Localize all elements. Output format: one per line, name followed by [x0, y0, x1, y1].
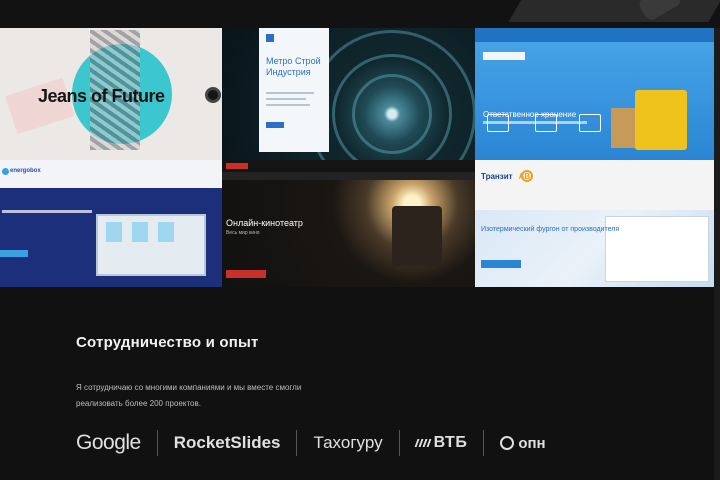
- divider: [296, 430, 298, 456]
- text-line: [266, 98, 306, 100]
- top-bar: [475, 28, 714, 42]
- feature-icon: [535, 114, 557, 132]
- portfolio-grid: Jeans of Future Метро Строй Индустрия От…: [0, 28, 714, 287]
- tile-logo: energobox: [10, 168, 41, 174]
- spotlight-illustration: [392, 206, 442, 266]
- partner-logo-rocketslides: RocketSlides: [174, 433, 281, 453]
- partner-name: Тахогуру: [313, 433, 383, 452]
- top-decoration: [508, 0, 720, 22]
- text-line: [266, 92, 314, 94]
- tile-button: [0, 250, 28, 257]
- logo-icon: [2, 168, 9, 175]
- logo-ring-icon: [521, 170, 533, 182]
- divider: [483, 430, 485, 456]
- tile-logo-text: Транзит: [481, 172, 513, 181]
- headline-line: [2, 210, 92, 213]
- partner-name: Google: [76, 431, 141, 454]
- tile-title: Jeans of Future: [38, 86, 165, 106]
- site-subnav: [222, 172, 475, 180]
- portfolio-tile-cinema[interactable]: Онлайн-кинотеатр Весь мир кино: [222, 160, 475, 287]
- portfolio-tile-metro-stroy[interactable]: Метро Строй Индустрия: [222, 28, 475, 160]
- site-nav: [222, 160, 475, 172]
- partner-logos: Google RocketSlides Тахогуру ВТБ опн: [76, 426, 546, 460]
- right-edge-strip: [714, 28, 720, 480]
- partner-name: ВТБ: [433, 434, 468, 451]
- section-title: Сотрудничество и опыт: [76, 334, 259, 351]
- site-logo: [226, 163, 248, 169]
- partner-name: RocketSlides: [173, 433, 281, 452]
- divider: [398, 430, 400, 456]
- logo-icon: [266, 34, 274, 42]
- partner-logo-tahoguru: Тахогуру: [313, 433, 382, 453]
- site-header: [0, 160, 222, 188]
- logo: [483, 52, 525, 60]
- tile-button: [481, 260, 521, 268]
- feature-icon: [487, 114, 509, 132]
- feature-icon: [579, 114, 601, 132]
- portfolio-tile-jeans-of-future[interactable]: Jeans of Future: [0, 28, 222, 160]
- info-card: [259, 28, 329, 152]
- tile-subline: Весь мир кино: [226, 230, 260, 236]
- container-window: [106, 222, 122, 242]
- partner-logo-vtb: ВТБ: [414, 434, 468, 452]
- tile-headline: Изотермический фургон от производителя: [481, 226, 620, 233]
- vtb-mark-icon: [414, 439, 432, 447]
- card-title: Метро Строй Индустрия: [266, 56, 321, 77]
- van-illustration: [605, 216, 709, 282]
- forklift-illustration: [635, 90, 687, 150]
- tile-headline: Онлайн-кинотеатр: [226, 218, 303, 228]
- partner-logo-opn: опн: [500, 434, 546, 452]
- partner-name: опн: [518, 434, 546, 452]
- nav-dot-icon: [205, 87, 221, 103]
- container-window: [132, 222, 148, 242]
- opn-ring-icon: [500, 436, 515, 450]
- portfolio-tile-tranzit[interactable]: Транзит АВ Изотермический фургон от произ…: [475, 160, 714, 287]
- card-button: [266, 122, 284, 128]
- divider: [156, 430, 158, 456]
- portfolio-tile-storage[interactable]: Ответственное хранение: [475, 28, 714, 160]
- container-window: [158, 222, 174, 242]
- partner-logo-google: Google: [76, 431, 141, 455]
- portfolio-tile-energobox[interactable]: energobox: [0, 160, 222, 287]
- text-line: [266, 104, 310, 106]
- tunnel-ring: [308, 30, 475, 160]
- tile-button: [226, 270, 266, 278]
- section-text: Я сотрудничаю со многими компаниями и мы…: [76, 383, 302, 408]
